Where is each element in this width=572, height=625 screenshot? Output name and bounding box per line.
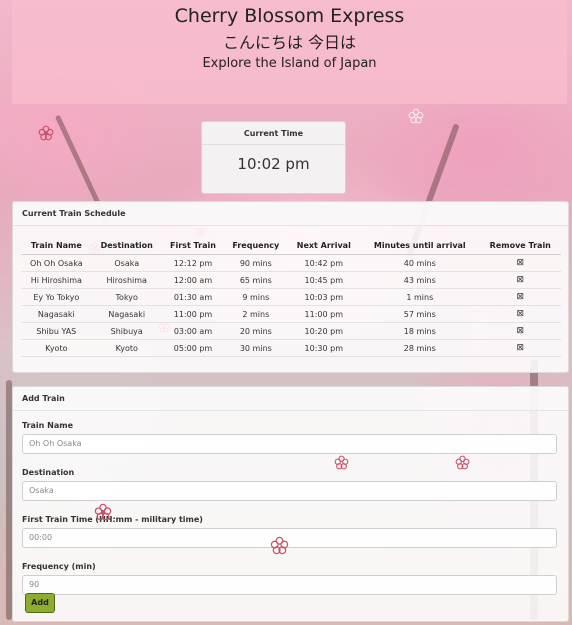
next-arrival-cell: 10:03 pm [287, 288, 361, 306]
next-arrival-cell: 10:20 pm [287, 322, 361, 340]
next-arrival-cell: 11:00 pm [287, 305, 361, 323]
next-arrival-cell: 10:42 pm [287, 254, 361, 272]
minutes-until-cell: 40 mins [360, 254, 480, 272]
current-time-card: Current Time 10:02 pm [201, 121, 346, 194]
table-row: Hi Hiroshima Hiroshima 12:00 am 65 mins … [21, 271, 561, 289]
schedule-table: Train Name Destination First Train Frequ… [21, 238, 561, 357]
train-name-cell: Kyoto [21, 339, 92, 357]
train-name-label: Train Name [22, 421, 73, 430]
cherry-blossom-icon [270, 536, 289, 555]
frequency-cell: 9 mins [224, 288, 288, 306]
first-train-cell: 11:00 pm [161, 305, 225, 323]
first-train-cell: 01:30 am [161, 288, 225, 306]
column-header: Destination [91, 238, 162, 255]
next-arrival-cell: 10:45 pm [287, 271, 361, 289]
train-name-cell: Shibu YAS [21, 322, 92, 340]
frequency-cell: 65 mins [224, 271, 288, 289]
minutes-until-cell: 18 mins [360, 322, 480, 340]
first-train-cell: 05:00 pm [161, 339, 225, 357]
remove-x-box-icon[interactable]: ⊠ [517, 343, 525, 353]
page-tagline: Explore the Island of Japan [202, 56, 377, 71]
table-row: Ey Yo Tokyo Tokyo 01:30 am 9 mins 10:03 … [21, 288, 561, 306]
schedule-heading: Current Train Schedule [13, 202, 568, 226]
column-header: Remove Train [479, 238, 561, 255]
destination-cell: Nagasaki [91, 305, 162, 323]
remove-x-box-icon[interactable]: ⊠ [517, 258, 525, 268]
train-schedule-panel: Current Train Schedule Train Name Destin… [12, 201, 569, 373]
destination-label: Destination [22, 468, 75, 477]
cherry-blossom-icon [334, 455, 349, 470]
add-train-button[interactable]: Add [25, 593, 55, 613]
page-title: Cherry Blossom Express [174, 5, 405, 27]
table-row: Oh Oh Osaka Osaka 12:12 pm 90 mins 10:42… [21, 254, 561, 272]
column-header: Train Name [21, 238, 92, 255]
frequency-label: Frequency (min) [22, 562, 96, 571]
table-header-row: Train Name Destination First Train Frequ… [21, 238, 561, 255]
remove-x-box-icon[interactable]: ⊠ [517, 275, 525, 285]
destination-cell: Hiroshima [91, 271, 162, 289]
column-header: Next Arrival [287, 238, 361, 255]
frequency-input[interactable]: 90 [22, 575, 557, 595]
add-train-heading: Add Train [13, 387, 568, 411]
frequency-cell: 90 mins [224, 254, 288, 272]
cherry-blossom-icon [94, 503, 112, 521]
cherry-blossom-icon [38, 125, 54, 141]
train-name-input[interactable]: Oh Oh Osaka [22, 434, 557, 454]
minutes-until-cell: 43 mins [360, 271, 480, 289]
train-name-cell: Ey Yo Tokyo [21, 288, 92, 306]
first-train-cell: 12:00 am [161, 271, 225, 289]
frequency-cell: 20 mins [224, 322, 288, 340]
first-train-cell: 03:00 am [161, 322, 225, 340]
minutes-until-cell: 1 mins [360, 288, 480, 306]
frequency-cell: 30 mins [224, 339, 288, 357]
first-train-cell: 12:12 pm [161, 254, 225, 272]
train-name-cell: Nagasaki [21, 305, 92, 323]
remove-x-box-icon[interactable]: ⊠ [517, 326, 525, 336]
current-time-label: Current Time [202, 122, 345, 145]
column-header: First Train [161, 238, 225, 255]
destination-cell: Kyoto [91, 339, 162, 357]
table-row: Shibu YAS Shibuya 03:00 am 20 mins 10:20… [21, 322, 561, 340]
destination-cell: Tokyo [91, 288, 162, 306]
remove-x-box-icon[interactable]: ⊠ [517, 292, 525, 302]
minutes-until-cell: 57 mins [360, 305, 480, 323]
destination-cell: Shibuya [91, 322, 162, 340]
destination-cell: Osaka [91, 254, 162, 272]
first-train-time-input[interactable]: 00:00 [22, 528, 557, 548]
train-name-cell: Oh Oh Osaka [21, 254, 92, 272]
cherry-blossom-icon [408, 108, 424, 124]
destination-input[interactable]: Osaka [22, 481, 557, 501]
current-time-value: 10:02 pm [237, 155, 310, 173]
column-header: Frequency [224, 238, 288, 255]
train-name-cell: Hi Hiroshima [21, 271, 92, 289]
japanese-greeting: こんにちは 今日は [222, 33, 357, 52]
page-header: Cherry Blossom Express こんにちは 今日は Explore… [12, 0, 567, 104]
cherry-blossom-icon [455, 455, 470, 470]
next-arrival-cell: 10:30 pm [287, 339, 361, 357]
table-row: Nagasaki Nagasaki 11:00 pm 2 mins 11:00 … [21, 305, 561, 323]
column-header: Minutes until arrival [360, 238, 480, 255]
table-row: Kyoto Kyoto 05:00 pm 30 mins 10:30 pm 28… [21, 339, 561, 357]
minutes-until-cell: 28 mins [360, 339, 480, 357]
remove-x-box-icon[interactable]: ⊠ [517, 309, 525, 319]
frequency-cell: 2 mins [224, 305, 288, 323]
